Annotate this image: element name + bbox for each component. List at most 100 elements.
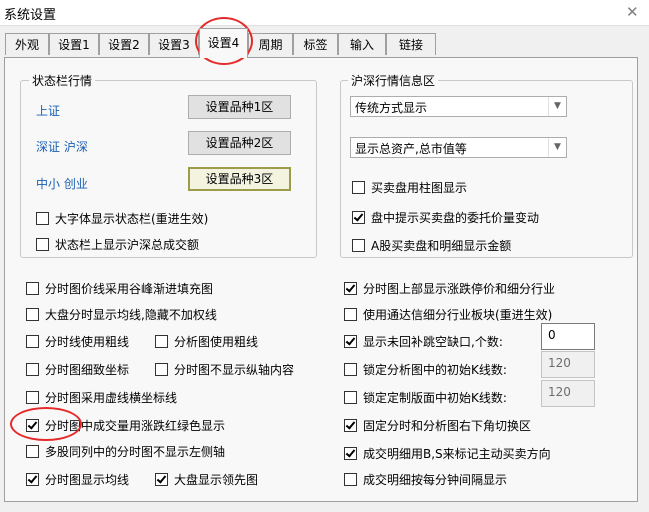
fixed-switch-area-checkbox[interactable]: 固定分时和分析图右下角切换区 xyxy=(344,417,531,434)
checkbox-label: 显示未回补跳空缺口,个数: xyxy=(363,335,503,349)
tab-input[interactable]: 输入 xyxy=(338,33,386,55)
checkbox-box xyxy=(26,308,39,321)
checkbox-label: 分时图采用虚线横坐标线 xyxy=(45,391,178,405)
chevron-down-icon: ▼ xyxy=(548,97,566,116)
checkbox-label: 盘中提示买卖盘的委托价量变动 xyxy=(371,211,540,225)
checkbox-label: 买卖盘用柱图显示 xyxy=(371,181,468,195)
checkbox-label: 成交明细按每分钟间隔显示 xyxy=(363,473,508,487)
hide-left-axis-checkbox[interactable]: 多股同列中的分时图不显示左侧轴 xyxy=(26,443,225,460)
custom-kline-count-input[interactable]: 120 xyxy=(541,380,595,407)
analysis-thick-line-checkbox[interactable]: 分析图使用粗线 xyxy=(155,333,258,350)
checkbox-label: 分时图细致坐标 xyxy=(45,363,130,377)
big-font-status-checkbox[interactable]: 大字体显示状态栏(重进生效) xyxy=(36,210,208,227)
minute-interval-checkbox[interactable]: 成交明细按每分钟间隔显示 xyxy=(344,471,507,488)
checkbox-box xyxy=(344,363,357,376)
gap-count-input[interactable]: 0 xyxy=(541,323,595,350)
checkbox-box xyxy=(155,363,168,376)
lock-analysis-kline-checkbox[interactable]: 锁定分析图中的初始K线数: xyxy=(344,361,507,378)
status-bar-group-legend: 状态栏行情 xyxy=(29,72,96,89)
tab-labels[interactable]: 标签 xyxy=(293,33,338,55)
checkbox-label: 分析图使用粗线 xyxy=(174,335,259,349)
checkbox-label: 分时图上部显示涨跌停价和细分行业 xyxy=(363,282,556,296)
tab-period[interactable]: 周期 xyxy=(248,33,293,55)
checkbox-box xyxy=(26,445,39,458)
tab-appearance[interactable]: 外观 xyxy=(5,33,49,55)
checkbox-box xyxy=(344,335,357,348)
bid-ask-bar-checkbox[interactable]: 买卖盘用柱图显示 xyxy=(352,179,467,196)
limit-price-industry-checkbox[interactable]: 分时图上部显示涨跌停价和细分行业 xyxy=(344,280,555,297)
set-zone1-button[interactable]: 设置品种1区 xyxy=(188,95,291,119)
checkbox-box xyxy=(26,282,39,295)
checkbox-label: 分时线使用粗线 xyxy=(45,335,130,349)
tdx-industry-checkbox[interactable]: 使用通达信细分行业板块(重进生效) xyxy=(344,306,552,323)
tab-settings3[interactable]: 设置3 xyxy=(149,33,199,55)
close-icon[interactable]: ✕ xyxy=(626,3,639,21)
checkbox-box xyxy=(26,363,39,376)
checkbox-box xyxy=(344,473,357,486)
lead-chart-checkbox[interactable]: 大盘显示领先图 xyxy=(155,471,258,488)
checkbox-box xyxy=(26,473,39,486)
tab-links[interactable]: 链接 xyxy=(386,33,436,55)
checkbox-box xyxy=(344,447,357,460)
checkbox-label: 分时图不显示纵轴内容 xyxy=(174,363,295,377)
checkbox-box xyxy=(26,335,39,348)
select-value: 传统方式显示 xyxy=(355,101,428,115)
status-row2-label: 深证 沪深 xyxy=(36,140,88,154)
index-avg-line-checkbox[interactable]: 大盘分时显示均线,隐藏不加权线 xyxy=(26,306,217,323)
checkbox-box xyxy=(36,238,49,251)
hs-info-group-legend: 沪深行情信息区 xyxy=(348,72,439,89)
window-title: 系统设置 xyxy=(4,8,57,23)
checkbox-label: 大盘显示领先图 xyxy=(174,473,259,487)
checkbox-label: 使用通达信细分行业板块(重进生效) xyxy=(363,308,553,322)
analysis-kline-count-input[interactable]: 120 xyxy=(541,351,595,378)
show-avg-line-checkbox[interactable]: 分时图显示均线 xyxy=(26,471,129,488)
checkbox-label: A股买卖盘和明细显示金额 xyxy=(371,239,512,253)
checkbox-label: 多股同列中的分时图不显示左侧轴 xyxy=(45,445,226,459)
checkbox-label: 成交明细用B,S来标记主动买卖方向 xyxy=(363,447,551,461)
display-mode-select[interactable]: 传统方式显示 ▼ xyxy=(350,96,567,117)
fine-axis-checkbox[interactable]: 分时图细致坐标 xyxy=(26,361,129,378)
checkbox-label: 固定分时和分析图右下角切换区 xyxy=(363,419,532,433)
volume-color-checkbox[interactable]: 分时图中成交量用涨跌红绿色显示 xyxy=(26,417,225,434)
peak-fill-checkbox[interactable]: 分时图价线采用谷峰渐进填充图 xyxy=(26,280,213,297)
gap-display-checkbox[interactable]: 显示未回补跳空缺口,个数: xyxy=(344,333,503,350)
tab-settings4[interactable]: 设置4 xyxy=(199,28,248,58)
checkbox-label: 分时图中成交量用涨跌红绿色显示 xyxy=(45,419,226,433)
status-row3-label: 中小 创业 xyxy=(36,177,88,191)
lock-custom-kline-checkbox[interactable]: 锁定定制版面中初始K线数: xyxy=(344,389,507,406)
dashed-grid-checkbox[interactable]: 分时图采用虚线横坐标线 xyxy=(26,389,177,406)
bs-mark-checkbox[interactable]: 成交明细用B,S来标记主动买卖方向 xyxy=(344,445,551,462)
order-change-alert-checkbox[interactable]: 盘中提示买卖盘的委托价量变动 xyxy=(352,209,539,226)
status-row1-label: 上证 xyxy=(36,104,61,118)
hide-y-axis-checkbox[interactable]: 分时图不显示纵轴内容 xyxy=(155,361,294,378)
title-bar: 系统设置 ✕ xyxy=(0,0,649,26)
checkbox-box xyxy=(155,473,168,486)
checkbox-label: 大盘分时显示均线,隐藏不加权线 xyxy=(45,308,217,322)
status-total-volume-checkbox[interactable]: 状态栏上显示沪深总成交额 xyxy=(36,236,199,253)
checkbox-box xyxy=(352,181,365,194)
checkbox-label: 分时图显示均线 xyxy=(45,473,130,487)
tab-bar: 外观 设置1 设置2 设置3 设置4 周期 标签 输入 链接 xyxy=(0,25,649,58)
checkbox-label: 状态栏上显示沪深总成交额 xyxy=(55,238,200,252)
checkbox-box xyxy=(344,391,357,404)
checkbox-box xyxy=(344,419,357,432)
intraday-thick-line-checkbox[interactable]: 分时线使用粗线 xyxy=(26,333,129,350)
info-display-select[interactable]: 显示总资产,总市值等 ▼ xyxy=(350,137,567,158)
checkbox-box xyxy=(352,239,365,252)
tab-settings2[interactable]: 设置2 xyxy=(99,33,149,55)
checkbox-label: 分时图价线采用谷峰渐进填充图 xyxy=(45,282,214,296)
checkbox-box xyxy=(344,308,357,321)
checkbox-label: 锁定定制版面中初始K线数: xyxy=(363,391,507,405)
checkbox-box xyxy=(344,282,357,295)
tab-settings1[interactable]: 设置1 xyxy=(49,33,99,55)
set-zone2-button[interactable]: 设置品种2区 xyxy=(188,131,291,155)
set-zone3-button[interactable]: 设置品种3区 xyxy=(188,167,291,191)
checkbox-label: 大字体显示状态栏(重进生效) xyxy=(55,212,209,226)
checkbox-box xyxy=(155,335,168,348)
chevron-down-icon: ▼ xyxy=(548,138,566,157)
select-value: 显示总资产,总市值等 xyxy=(355,142,467,156)
checkbox-box xyxy=(36,212,49,225)
checkbox-label: 锁定分析图中的初始K线数: xyxy=(363,363,507,377)
a-share-amount-checkbox[interactable]: A股买卖盘和明细显示金额 xyxy=(352,237,511,254)
checkbox-box xyxy=(352,211,365,224)
